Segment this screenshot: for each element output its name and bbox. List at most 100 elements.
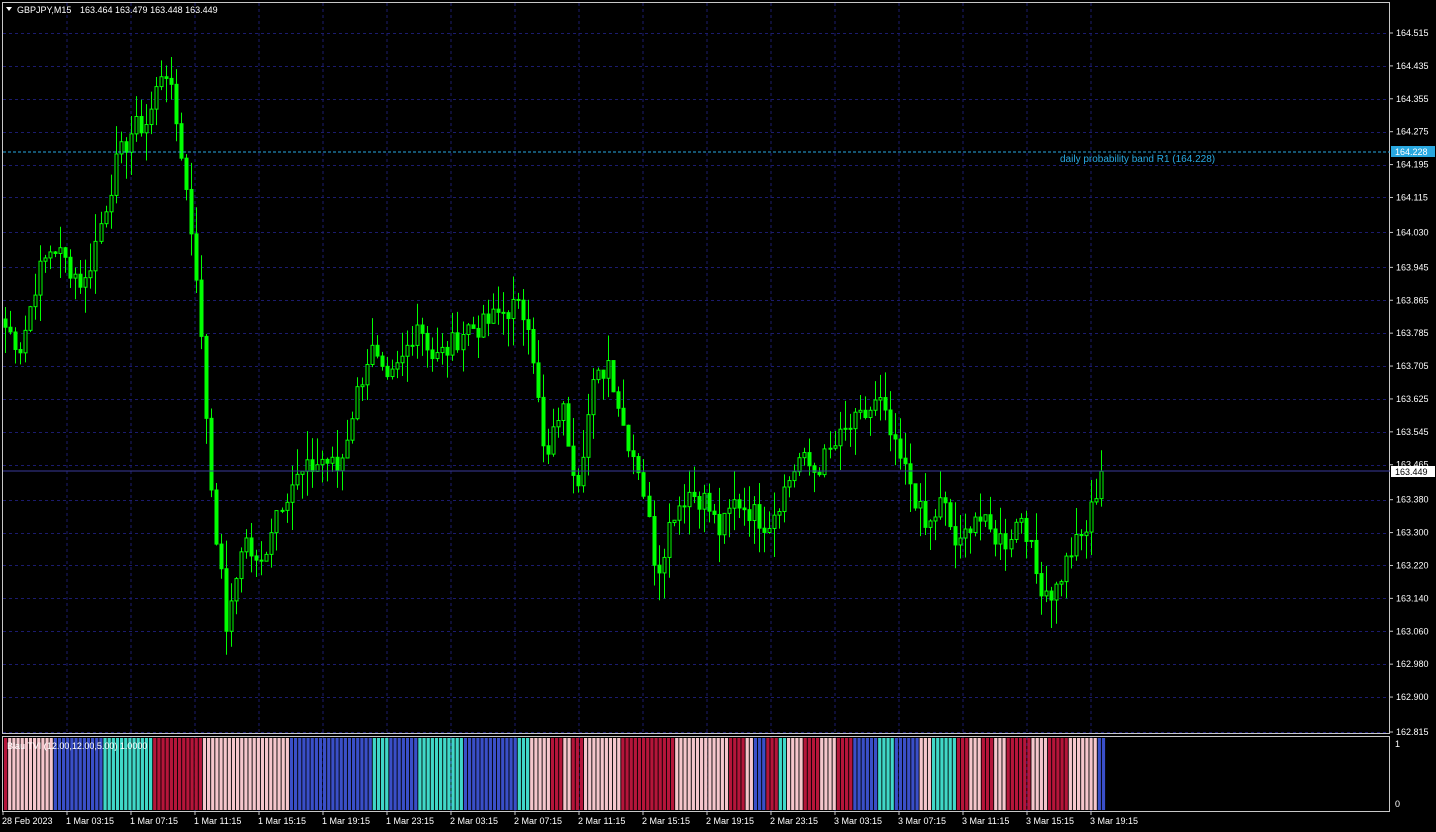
- price-tick-label: 164.030: [1396, 227, 1429, 237]
- candle-body: [541, 396, 546, 447]
- tvi-bar: [737, 738, 741, 810]
- candle-body: [310, 459, 315, 472]
- tvi-bar: [455, 738, 459, 810]
- candle-body: [988, 514, 993, 530]
- tvi-bar: [302, 738, 306, 810]
- candle-body: [491, 308, 496, 324]
- candle-body: [576, 474, 581, 487]
- candle-body: [249, 537, 254, 557]
- candle-body: [179, 123, 184, 159]
- tvi-bar: [194, 738, 198, 810]
- candle-body: [99, 223, 104, 242]
- tvi-bar: [886, 738, 890, 810]
- candle-body: [1074, 533, 1079, 557]
- candle-body: [395, 362, 400, 370]
- price-tick-label: 163.140: [1396, 593, 1429, 603]
- tvi-bar: [646, 738, 650, 810]
- tvi-bar: [186, 738, 190, 810]
- tvi-bar: [650, 738, 654, 810]
- tvi-bar: [173, 738, 178, 810]
- tvi-bar: [923, 738, 927, 810]
- tvi-bar: [927, 738, 932, 810]
- candle-body: [672, 519, 677, 524]
- time-tick-label: 3 Mar 19:15: [1090, 816, 1138, 826]
- tvi-bar: [1014, 738, 1019, 810]
- candle-body: [269, 532, 274, 555]
- tvi-bar: [546, 738, 550, 810]
- tvi-bar: [1035, 738, 1039, 810]
- tvi-bar: [434, 738, 439, 810]
- tvi-bar: [509, 738, 513, 810]
- candle-body: [526, 319, 531, 330]
- tvi-bar: [1085, 738, 1089, 810]
- candle-body: [109, 194, 114, 213]
- time-tick-label: 28 Feb 2023: [2, 816, 53, 826]
- candle-body: [928, 520, 933, 528]
- time-tick-label: 1 Mar 23:15: [386, 816, 434, 826]
- tvi-bar: [940, 738, 944, 810]
- tvi-bar: [588, 738, 592, 810]
- tvi-bar: [878, 738, 882, 810]
- tvi-bar: [613, 738, 617, 810]
- tvi-bar: [874, 738, 878, 810]
- time-tick-label: 2 Mar 03:15: [450, 816, 498, 826]
- candle-body: [73, 273, 78, 279]
- trading-chart[interactable]: daily probability band R1 (164.228) GBPJ…: [0, 0, 1436, 832]
- candle-body: [677, 505, 682, 521]
- tvi-bar: [687, 738, 691, 810]
- current-price-label: 163.449: [1395, 467, 1428, 477]
- candle-body: [652, 516, 657, 566]
- candle-body: [300, 470, 305, 475]
- tvi-bar: [231, 738, 236, 810]
- candle-body: [13, 331, 18, 350]
- candle-body: [1084, 531, 1089, 537]
- tvi-bar: [1048, 738, 1052, 810]
- candle-body: [440, 346, 445, 354]
- tvi-bar: [865, 738, 869, 810]
- time-tick-label: 2 Mar 07:15: [514, 816, 562, 826]
- tvi-bar: [294, 738, 298, 810]
- tvi-bar: [579, 738, 584, 810]
- tvi-bar: [811, 738, 816, 810]
- candle-body: [817, 471, 822, 476]
- tvi-bar: [339, 738, 343, 810]
- candle-body: [667, 522, 672, 558]
- tvi-bar: [898, 738, 903, 810]
- tvi-bar: [1064, 738, 1068, 810]
- tvi-bar: [385, 738, 389, 810]
- tvi-bar: [741, 738, 745, 810]
- candle-body: [450, 332, 455, 356]
- candle-body: [461, 334, 466, 351]
- candle-body: [3, 318, 8, 328]
- price-tick-label: 163.060: [1396, 626, 1429, 636]
- tvi-bar: [662, 738, 666, 810]
- tvi-bar: [985, 738, 990, 810]
- tvi-bar: [571, 738, 575, 810]
- tvi-bar: [853, 738, 857, 810]
- tvi-bar: [1101, 738, 1106, 810]
- time-tick-label: 1 Mar 11:15: [194, 816, 241, 826]
- tvi-bar: [642, 738, 646, 810]
- candle-body: [722, 512, 727, 536]
- tvi-bar: [671, 738, 675, 810]
- tvi-bar: [265, 738, 269, 810]
- candle-body: [425, 332, 430, 351]
- tvi-bar: [1052, 738, 1056, 810]
- candle-body: [164, 76, 169, 79]
- candle-body: [194, 233, 199, 281]
- tvi-bar: [405, 738, 410, 810]
- candle-body: [224, 568, 229, 632]
- tvi-bar: [182, 738, 186, 810]
- candle-body: [807, 452, 812, 467]
- tvi-bar: [915, 738, 919, 810]
- ohlc-values: 163.464 163.479 163.448 163.449: [80, 5, 218, 15]
- tvi-bar: [497, 738, 501, 810]
- candle-body: [355, 386, 360, 420]
- candle-body: [682, 505, 687, 508]
- candle-body: [551, 426, 556, 455]
- candle-body: [204, 335, 209, 419]
- candle-body: [254, 555, 259, 561]
- candle-body: [350, 418, 355, 441]
- price-tick-label: 164.435: [1396, 61, 1429, 71]
- candle-body: [78, 273, 83, 288]
